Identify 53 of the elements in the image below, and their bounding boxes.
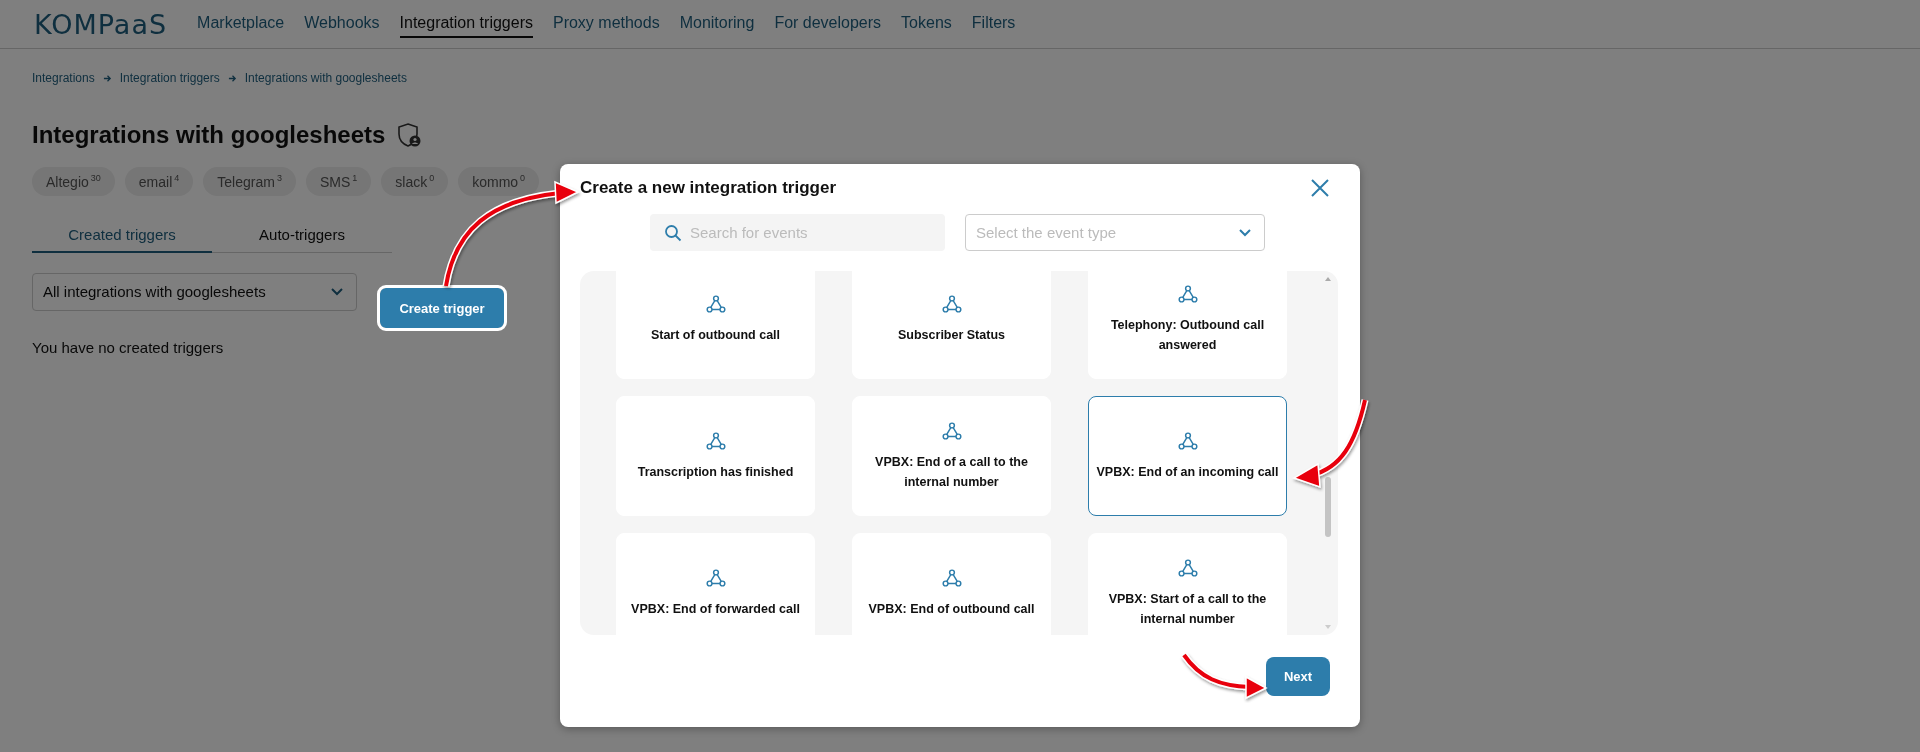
search-icon <box>664 224 682 242</box>
shield-user-icon <box>397 122 422 148</box>
event-card[interactable]: Transcription has finished <box>616 396 815 516</box>
logo[interactable]: KOMPaaS <box>34 8 168 40</box>
modal-title: Create a new integration trigger <box>580 178 836 198</box>
webhook-icon <box>940 567 963 589</box>
event-card[interactable]: VPBX: Start of a call to the internal number <box>1088 533 1287 635</box>
filter-chip[interactable]: SMS$^{1}$ <box>305 167 372 196</box>
integration-select[interactable]: All integrations with googlesheets <box>32 272 357 311</box>
filter-chip[interactable]: Telegram$^{3}$ <box>203 167 296 196</box>
webhook-icon <box>704 293 727 315</box>
nav-link[interactable]: Tokens <box>901 10 952 38</box>
nav-link[interactable]: Integration triggers <box>399 10 533 38</box>
breadcrumb-link[interactable]: Integration triggers <box>119 71 220 85</box>
nav-link[interactable]: Monitoring <box>679 10 755 38</box>
webhook-icon <box>704 430 727 452</box>
webhook-icon <box>940 293 963 315</box>
nav-link[interactable]: Marketplace <box>197 10 285 38</box>
event-card[interactable]: VPBX: End of forwarded call <box>616 533 815 635</box>
arrow-right-icon <box>227 73 237 83</box>
filter-chip[interactable]: slack$^{0}$ <box>381 167 449 196</box>
event-card[interactable]: VPBX: End of outbound call <box>852 533 1051 635</box>
breadcrumb-link[interactable]: Integrations <box>32 71 95 85</box>
event-card[interactable]: VPBX: End of an incoming call <box>1088 396 1287 516</box>
webhook-icon <box>940 420 963 442</box>
filter-chip[interactable]: Altegio$^{30}$ <box>32 167 115 196</box>
webhook-icon <box>704 567 727 589</box>
webhook-icon <box>1176 557 1199 579</box>
filter-chip[interactable]: kommo$^{0}$ <box>458 167 540 196</box>
event-card[interactable]: VPBX: End of a call to the internal number <box>852 396 1051 516</box>
nav-link[interactable]: Webhooks <box>304 10 380 38</box>
page-title: Integrations with googlesheets <box>32 121 386 149</box>
nav-link[interactable]: Filters <box>971 10 1016 38</box>
next-button[interactable]: Next <box>1266 657 1330 696</box>
arrow-right-icon <box>102 73 112 83</box>
event-type-select[interactable]: Select the event type <box>965 214 1265 251</box>
close-icon[interactable] <box>1310 178 1330 198</box>
empty-message: You have no created triggers <box>32 338 224 356</box>
event-card[interactable]: Telephony: Outbound call answered <box>1088 271 1287 379</box>
chevron-down-icon <box>330 287 344 297</box>
nav-link[interactable]: Proxy methods <box>552 10 660 38</box>
create-trigger-button[interactable]: Create trigger <box>380 288 504 328</box>
webhook-icon <box>1176 283 1199 305</box>
filter-chip[interactable]: email$^{4}$ <box>124 167 194 196</box>
tab[interactable]: Created triggers <box>32 217 212 253</box>
event-card[interactable]: Start of outbound call <box>616 271 815 379</box>
tab[interactable]: Auto-triggers <box>212 217 392 253</box>
nav-link[interactable]: For developers <box>774 10 882 38</box>
search-field[interactable]: Search for events <box>650 214 945 251</box>
event-card[interactable]: Subscriber Status <box>852 271 1051 379</box>
breadcrumb-link[interactable]: Integrations with googlesheets <box>244 71 407 85</box>
webhook-icon <box>1176 430 1199 452</box>
chevron-down-icon <box>1238 228 1252 237</box>
